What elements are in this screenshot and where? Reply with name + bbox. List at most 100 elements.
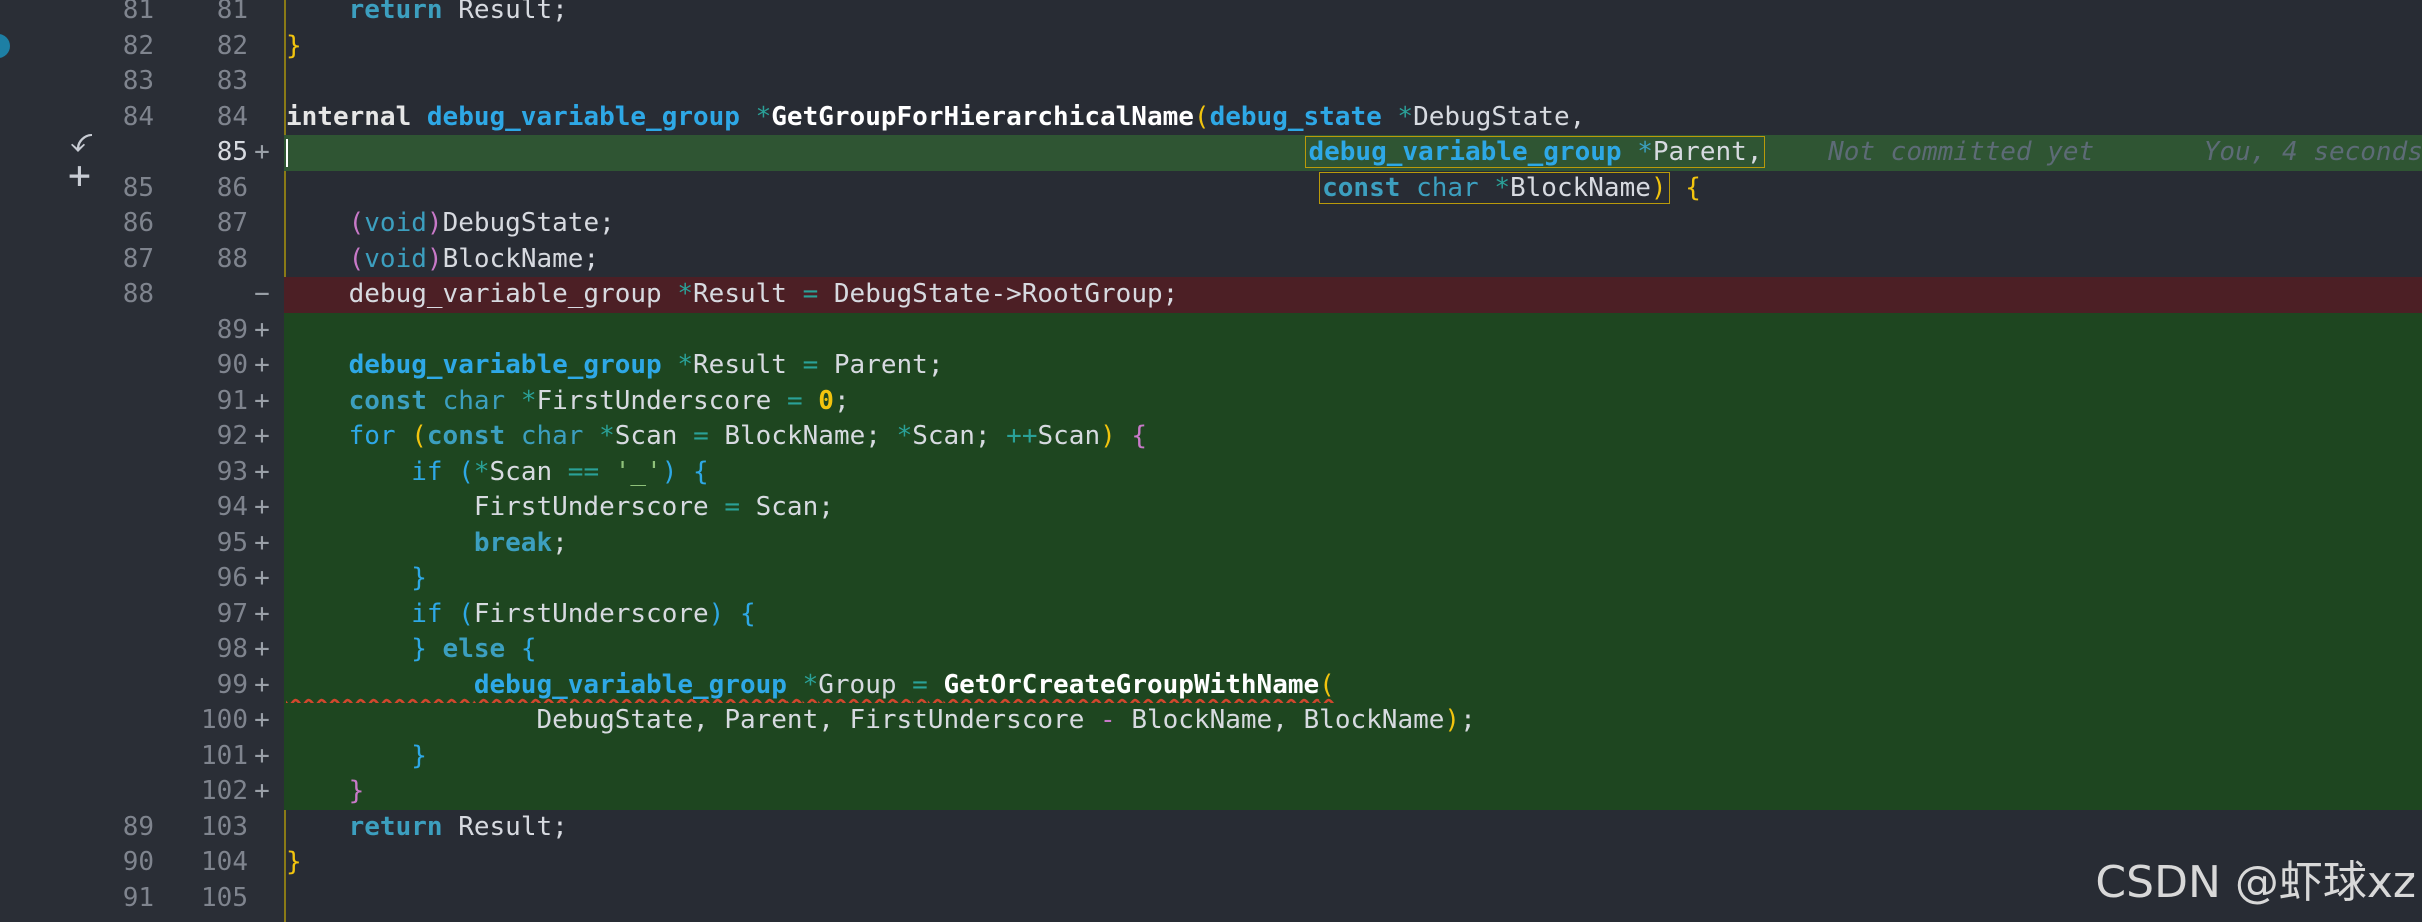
- added-code-line[interactable]: } else {: [284, 632, 2422, 668]
- diff-line: 89 +: [0, 312, 2422, 348]
- added-code-line[interactable]: }: [284, 738, 2422, 774]
- new-line-number: 87: [216, 208, 248, 238]
- old-line-number: 86: [122, 208, 154, 238]
- added-code-line[interactable]: break;: [284, 525, 2422, 561]
- diff-line: 88 − debug_variable_group *Result = Debug…: [0, 277, 2422, 313]
- added-marker: +: [254, 669, 270, 700]
- added-marker: +: [254, 776, 270, 806]
- code-line[interactable]: internal debug_variable_group *GetGroupF…: [284, 100, 2422, 136]
- new-line-number: 100: [201, 705, 248, 735]
- code-line[interactable]: return Result;: [284, 810, 2422, 846]
- new-line-number: 99: [216, 669, 248, 700]
- new-line-number: 94: [216, 492, 248, 522]
- old-line-number: 85: [122, 172, 154, 203]
- diff-line: 94 + FirstUnderscore = Scan;: [0, 490, 2422, 526]
- old-line-number: 90: [122, 847, 154, 877]
- old-line-number: 87: [122, 243, 154, 274]
- new-line-number: 84: [216, 101, 248, 132]
- code-line[interactable]: }: [284, 29, 2422, 65]
- added-marker: +: [254, 563, 270, 593]
- new-line-number: 102: [201, 776, 248, 806]
- added-marker: +: [254, 350, 270, 380]
- diff-line: 85 86 const char *BlockName) {: [0, 171, 2422, 207]
- new-line-number: 85: [216, 137, 248, 167]
- old-line-number: 88: [122, 279, 154, 309]
- code-line[interactable]: [284, 64, 2422, 100]
- new-line-number: 104: [201, 847, 248, 877]
- added-code-line[interactable]: debug_variable_group *Parent, Not commit…: [284, 135, 2422, 171]
- old-line-number: 89: [122, 811, 154, 842]
- new-line-number: 90: [216, 350, 248, 380]
- diff-line: 90 + debug_variable_group *Result = Paren…: [0, 348, 2422, 384]
- diff-line: 90 104}: [0, 845, 2422, 881]
- watermark: CSDN @虾球xz: [2095, 857, 2416, 908]
- diff-line: 102 + }: [0, 774, 2422, 810]
- new-line-number: 83: [216, 66, 248, 96]
- diff-line: 89 103 return Result;: [0, 810, 2422, 846]
- added-marker: +: [254, 705, 270, 735]
- diff-line: 96 + }: [0, 561, 2422, 597]
- old-line-number: 81: [122, 0, 154, 25]
- code-line[interactable]: return Result;: [284, 0, 2422, 29]
- diff-line: 99 + debug_variable_group *Group = GetOrC…: [0, 667, 2422, 703]
- new-line-number: 101: [201, 740, 248, 771]
- new-line-number: 81: [216, 0, 248, 25]
- new-line-number: 93: [216, 456, 248, 487]
- added-marker: +: [254, 137, 270, 167]
- added-marker: +: [254, 385, 270, 416]
- new-line-number: 103: [201, 811, 248, 842]
- diff-line: 101 + }: [0, 738, 2422, 774]
- deleted-code-line[interactable]: debug_variable_group *Result = DebugStat…: [284, 277, 2422, 313]
- code-line[interactable]: (void)BlockName;: [284, 242, 2422, 278]
- new-line-number: 86: [216, 172, 248, 203]
- diff-line: 84 84 internal debug_variable_group *GetGr…: [0, 100, 2422, 136]
- diff-line: 91 105: [0, 881, 2422, 917]
- new-line-number: 88: [216, 243, 248, 274]
- old-line-number: 84: [122, 101, 154, 132]
- diff-line: 98 + } else {: [0, 632, 2422, 668]
- removed-marker: −: [254, 279, 270, 309]
- new-line-number: 92: [216, 421, 248, 451]
- code-line[interactable]: (void)DebugState;: [284, 206, 2422, 242]
- diff-line: 85 + debug_variable_group *Parent, Not co…: [0, 135, 2422, 171]
- diff-line: 82 82}: [0, 29, 2422, 65]
- diff-line: 97 + if (FirstUnderscore) {: [0, 596, 2422, 632]
- new-line-number: 97: [216, 598, 248, 629]
- added-code-line[interactable]: if (FirstUnderscore) {: [284, 596, 2422, 632]
- new-line-number: 95: [216, 527, 248, 558]
- added-marker: +: [254, 598, 270, 629]
- diff-line: 86 87 (void)DebugState;: [0, 206, 2422, 242]
- added-marker: +: [254, 456, 270, 487]
- added-marker: +: [254, 634, 270, 664]
- diff-line: 91 + const char *FirstUnderscore = 0;: [0, 383, 2422, 419]
- diff-line: 87 88 (void)BlockName;: [0, 242, 2422, 278]
- code-line[interactable]: const char *BlockName) {: [284, 171, 2422, 207]
- added-marker: +: [254, 740, 270, 771]
- new-line-number: 98: [216, 634, 248, 664]
- diff-line: 83 83: [0, 64, 2422, 100]
- new-line-number: 105: [201, 882, 248, 913]
- git-blame-annotation: Not committed yet You, 4 seconds ago •: [1828, 137, 2422, 167]
- added-code-line[interactable]: }: [284, 561, 2422, 597]
- added-code-line[interactable]: [284, 312, 2422, 348]
- new-line-number: 89: [216, 314, 248, 345]
- added-code-line[interactable]: }: [284, 774, 2422, 810]
- added-marker: +: [254, 492, 270, 522]
- added-marker: +: [254, 421, 270, 451]
- new-line-number: 96: [216, 563, 248, 593]
- added-code-line[interactable]: DebugState, Parent, FirstUnderscore - Bl…: [284, 703, 2422, 739]
- diff-line: 95 + break;: [0, 525, 2422, 561]
- new-line-number: 91: [216, 385, 248, 416]
- new-line-number: 82: [216, 30, 248, 61]
- old-line-number: 91: [122, 882, 154, 913]
- added-code-line[interactable]: debug_variable_group *Result = Parent;: [284, 348, 2422, 384]
- diff-line: 92 + for (const char *Scan = BlockName; *…: [0, 419, 2422, 455]
- old-line-number: 83: [122, 66, 154, 96]
- added-code-line[interactable]: if (*Scan == '_') {: [284, 454, 2422, 490]
- diff-line: 93 + if (*Scan == '_') {: [0, 454, 2422, 490]
- added-code-line[interactable]: FirstUnderscore = Scan;: [284, 490, 2422, 526]
- added-code-line[interactable]: for (const char *Scan = BlockName; *Scan…: [284, 419, 2422, 455]
- added-code-line[interactable]: const char *FirstUnderscore = 0;: [284, 383, 2422, 419]
- added-marker: +: [254, 314, 270, 345]
- added-code-line[interactable]: debug_variable_group *Group = GetOrCreat…: [284, 667, 2422, 703]
